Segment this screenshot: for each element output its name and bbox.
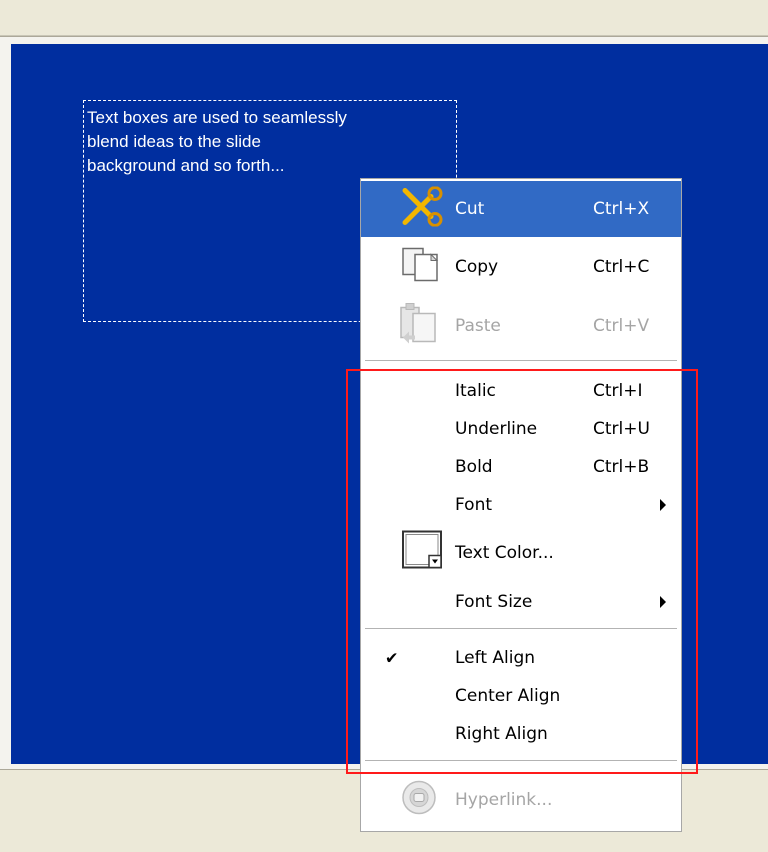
menu-item-right-align[interactable]: Right Align [361, 715, 681, 753]
menu-item-left-align[interactable]: ✔ Left Align [361, 639, 681, 677]
color-swatch-icon [401, 530, 445, 577]
menu-item-left-align-label: Left Align [455, 648, 536, 668]
menu-item-bold-label: Bold [455, 457, 493, 477]
context-menu: Cut Ctrl+X Copy Ctrl+C Paste Ctrl+V Ital [360, 178, 682, 832]
top-toolbar-area [0, 0, 768, 36]
menu-item-copy-label: Copy [455, 257, 499, 277]
hyperlink-globe-icon [401, 780, 437, 821]
menu-item-cut-shortcut: Ctrl+X [593, 199, 650, 219]
menu-item-hyperlink[interactable]: Hyperlink... [361, 775, 681, 825]
menu-item-copy[interactable]: Copy Ctrl+C [361, 239, 681, 295]
copy-icon [401, 247, 441, 288]
menu-item-font-size-label: Font Size [455, 592, 533, 612]
menu-item-text-color-label: Text Color... [455, 543, 554, 563]
menu-item-underline-label: Underline [455, 419, 538, 439]
menu-item-font-size[interactable]: Font Size [361, 583, 681, 621]
menu-item-underline[interactable]: Underline Ctrl+U [361, 410, 681, 448]
menu-item-right-align-label: Right Align [455, 724, 548, 744]
menu-item-hyperlink-label: Hyperlink... [455, 790, 553, 810]
menu-separator [365, 628, 677, 629]
menu-item-font-label: Font [455, 495, 493, 515]
menu-item-paste[interactable]: Paste Ctrl+V [361, 297, 681, 355]
menu-separator [365, 360, 677, 361]
menu-item-copy-shortcut: Ctrl+C [593, 257, 650, 277]
menu-item-text-color[interactable]: Text Color... [361, 525, 681, 581]
menu-item-center-align[interactable]: Center Align [361, 677, 681, 715]
submenu-arrow-icon [660, 499, 666, 511]
checkmark-icon: ✔ [385, 648, 399, 668]
menu-separator [365, 760, 677, 761]
menu-item-cut[interactable]: Cut Ctrl+X [361, 181, 681, 237]
menu-item-bold[interactable]: Bold Ctrl+B [361, 448, 681, 486]
menu-item-paste-shortcut: Ctrl+V [593, 316, 650, 336]
menu-item-bold-shortcut: Ctrl+B [593, 457, 650, 477]
menu-item-font[interactable]: Font [361, 486, 681, 524]
scissors-icon [401, 186, 445, 232]
menu-item-italic-shortcut: Ctrl+I [593, 381, 643, 401]
paste-icon [399, 302, 439, 351]
menu-item-italic-label: Italic [455, 381, 496, 401]
menu-item-center-align-label: Center Align [455, 686, 561, 706]
menu-item-paste-label: Paste [455, 316, 501, 336]
menu-item-cut-label: Cut [455, 199, 485, 219]
submenu-arrow-icon [660, 596, 666, 608]
menu-item-underline-shortcut: Ctrl+U [593, 419, 650, 439]
menu-item-italic[interactable]: Italic Ctrl+I [361, 372, 681, 410]
